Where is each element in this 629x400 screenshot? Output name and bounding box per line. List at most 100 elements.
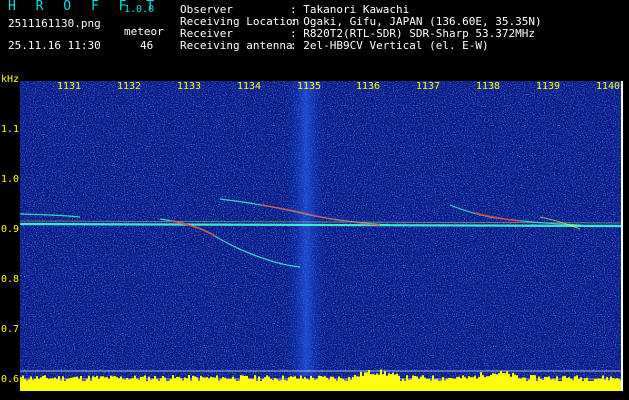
histogram-bar: [64, 380, 66, 391]
info-antenna-value: : 2el-HB9CV Vertical (el. E-W): [290, 39, 489, 52]
histogram-bar: [372, 374, 374, 391]
histogram-bar: [366, 372, 368, 391]
histogram-bar: [108, 379, 110, 391]
histogram-bar: [544, 377, 546, 391]
histogram-bar: [610, 376, 612, 391]
histogram-bar: [294, 376, 296, 391]
histogram-bar: [112, 376, 114, 391]
histogram-bar: [442, 377, 444, 391]
histogram-bar: [376, 373, 378, 391]
histogram-bar: [554, 379, 556, 391]
histogram-bar: [322, 376, 324, 391]
histogram-bar: [50, 378, 52, 391]
y-tick-label: 0.8: [1, 274, 20, 285]
histogram-bar: [606, 377, 608, 391]
histogram-bar: [302, 378, 304, 391]
histogram-bar: [84, 380, 86, 391]
histogram-bar: [288, 377, 290, 391]
histogram-bar: [552, 378, 554, 391]
x-tick-label: 1137: [416, 81, 441, 92]
histogram-bar: [528, 379, 530, 391]
histogram-bar: [94, 377, 96, 391]
histogram-bar: [270, 378, 272, 391]
histogram-bar: [338, 376, 340, 391]
histogram-bar: [304, 377, 306, 391]
histogram-bar: [318, 375, 320, 391]
histogram-bar: [388, 373, 390, 391]
histogram-bar: [602, 375, 604, 391]
histogram-bar: [234, 379, 236, 391]
histogram-bar: [478, 377, 480, 391]
histogram-bar: [36, 376, 38, 391]
histogram-bar: [356, 376, 358, 391]
histogram-bar: [492, 373, 494, 391]
histogram-bar: [254, 375, 256, 391]
x-tick-label: 1135: [297, 81, 322, 92]
histogram-bar: [66, 379, 68, 391]
histogram-bar: [296, 378, 298, 391]
histogram-bar: [28, 379, 30, 391]
histogram-bar: [88, 375, 90, 391]
histogram-bar: [502, 372, 504, 391]
histogram-bar: [200, 375, 202, 391]
histogram-bar: [474, 375, 476, 391]
histogram-bar: [406, 375, 408, 391]
histogram-bar: [224, 377, 226, 391]
histogram-bar: [238, 380, 240, 391]
histogram-bar: [138, 379, 140, 391]
histogram-bar: [584, 378, 586, 391]
histogram-bar: [518, 378, 520, 391]
histogram-bar: [476, 378, 478, 391]
histogram-bar: [342, 379, 344, 391]
histogram-bar: [548, 376, 550, 391]
histogram-bar: [334, 378, 336, 391]
histogram-bar: [80, 375, 82, 391]
histogram-bar: [42, 375, 44, 391]
histogram-bar: [118, 378, 120, 391]
histogram-bar: [536, 380, 538, 391]
y-tick-label: 0.9: [1, 224, 20, 235]
histogram-bar: [618, 379, 620, 391]
histogram-bar: [126, 377, 128, 391]
histogram-bar: [508, 373, 510, 391]
histogram-bar: [314, 379, 316, 391]
histogram-bar: [188, 375, 190, 391]
histogram-bar: [54, 377, 56, 391]
histogram-bar: [26, 380, 28, 391]
histogram-bar: [332, 376, 334, 391]
histogram-bar: [214, 377, 216, 391]
histogram-bar: [556, 376, 558, 391]
histogram-bar: [464, 377, 466, 391]
histogram-bar: [102, 376, 104, 391]
histogram-bar: [184, 377, 186, 391]
histogram-bar: [590, 380, 592, 391]
histogram-bar: [116, 377, 118, 391]
histogram-bar: [282, 375, 284, 391]
histogram-bar: [76, 376, 78, 391]
histogram-bar: [566, 377, 568, 391]
x-tick-label: 1132: [117, 81, 142, 92]
histogram-bar: [504, 373, 506, 391]
histogram-bar: [278, 380, 280, 391]
histogram-bar: [148, 376, 150, 391]
histogram-bar: [398, 375, 400, 391]
histogram-bar: [190, 380, 192, 391]
y-tick-label: 1.1: [1, 124, 20, 135]
histogram-bar: [438, 380, 440, 391]
histogram-bar: [266, 375, 268, 391]
histogram-bar: [468, 376, 470, 391]
histogram-bar: [482, 375, 484, 391]
histogram-bar: [150, 379, 152, 391]
histogram-bar: [154, 376, 156, 391]
histogram-bar: [350, 379, 352, 391]
histogram-bar: [206, 377, 208, 391]
histogram-bar: [512, 372, 514, 391]
histogram-bar: [90, 380, 92, 391]
x-tick-label: 1136: [356, 81, 381, 92]
histogram-bar: [146, 380, 148, 391]
histogram-bar: [130, 378, 132, 391]
histogram-bar: [456, 377, 458, 391]
histogram-bar: [604, 379, 606, 391]
histogram-bar: [340, 378, 342, 391]
histogram-bar: [394, 374, 396, 391]
